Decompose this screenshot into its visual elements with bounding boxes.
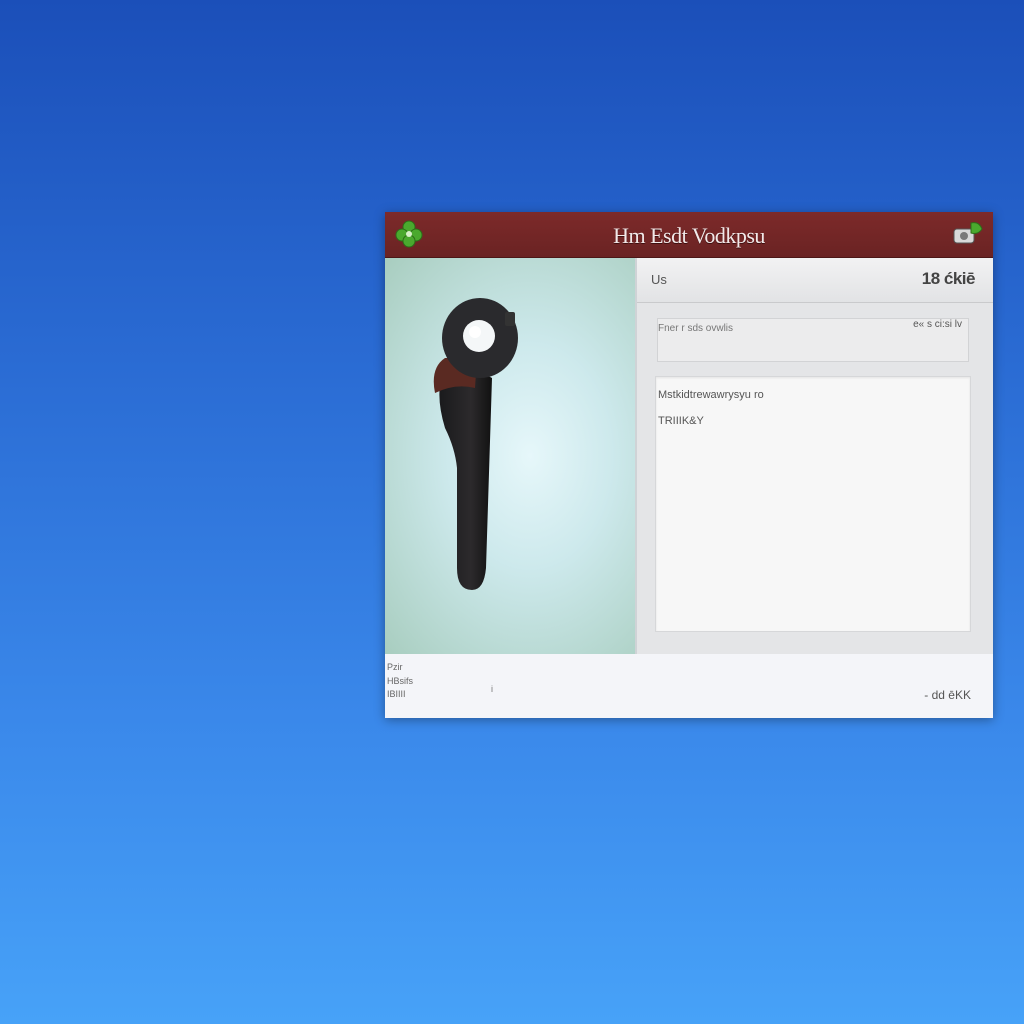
status-text: Pzir <box>387 662 403 672</box>
status-text: HBsifs <box>387 676 414 686</box>
app-window: Hm Esdt Vodkpsu Us 18 ćkiē Fner r sds ov… <box>385 212 993 718</box>
status-bar: Pzir HBsifs IBIIII i - dd ēKK <box>385 654 993 718</box>
details-pane: Us 18 ćkiē Fner r sds ovwlis e« s ci:si … <box>579 258 993 683</box>
header-left-label: Us <box>651 272 667 287</box>
content-textarea[interactable]: Mstkidtrewawrysyu ro TRIIIK&Y <box>655 376 971 632</box>
status-right-label[interactable]: - dd ēKK <box>924 688 971 702</box>
content-line: TRIIIK&Y <box>658 415 704 427</box>
camera-strap-icon <box>433 298 518 590</box>
field-label: Fner r sds ovwlis <box>658 323 734 334</box>
product-image-pane <box>385 258 637 654</box>
status-separator: i <box>491 684 493 694</box>
window-title: Hm Esdt Vodkpsu <box>613 223 765 248</box>
content-line: Mstkidtrewawrysyu ro <box>658 389 764 401</box>
field-value: e« s ci:si lv <box>913 319 962 330</box>
detail-field-row[interactable]: Fner r sds ovwlis e« s ci:si lv <box>657 318 969 362</box>
header-right-label[interactable]: 18 ćkiē <box>922 269 976 289</box>
status-text: IBIIII <box>387 689 406 699</box>
camera-icon[interactable] <box>951 217 985 251</box>
title-bar[interactable]: Hm Esdt Vodkpsu <box>385 212 993 258</box>
details-header: Us 18 ćkiē <box>637 258 993 303</box>
